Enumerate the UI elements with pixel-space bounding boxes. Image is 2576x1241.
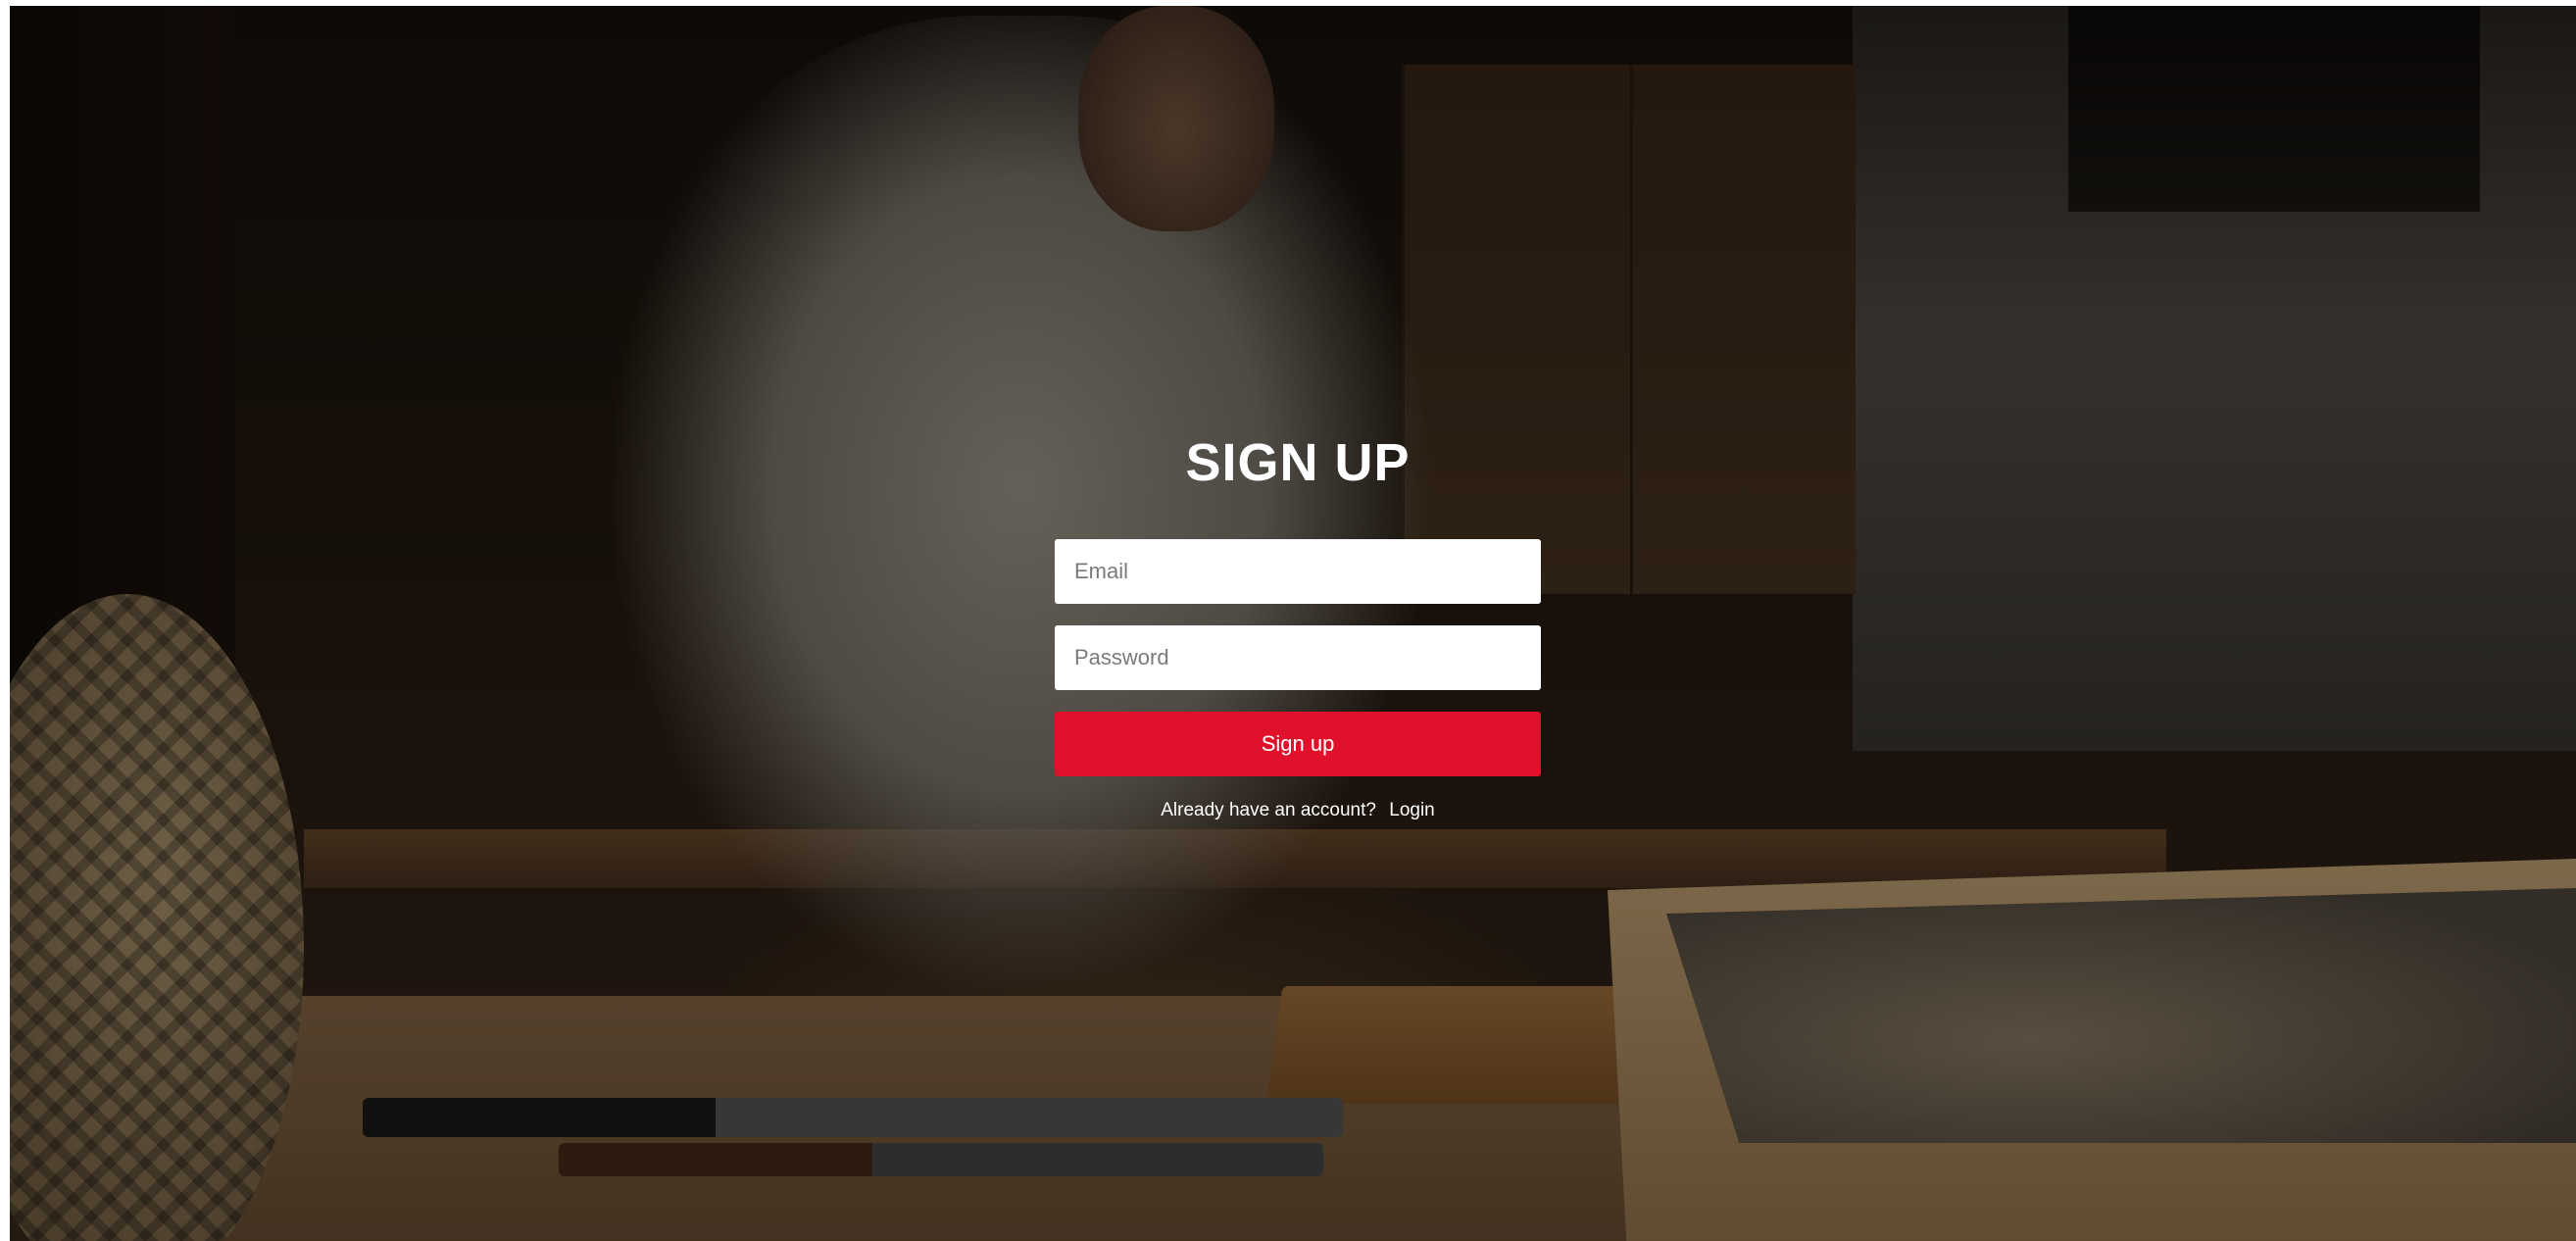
login-link[interactable]: Login — [1389, 800, 1435, 820]
signup-form: SIGN UP Sign up Already have an account?… — [1055, 431, 1541, 821]
account-prompt-text: Already have an account? — [1161, 800, 1376, 820]
login-prompt: Already have an account? Login — [1055, 800, 1541, 821]
signup-page: SIGN UP Sign up Already have an account?… — [10, 6, 2576, 1241]
email-input[interactable] — [1055, 539, 1541, 604]
page-title: SIGN UP — [1185, 433, 1411, 492]
password-input[interactable] — [1055, 625, 1541, 690]
signup-button[interactable]: Sign up — [1055, 712, 1541, 776]
